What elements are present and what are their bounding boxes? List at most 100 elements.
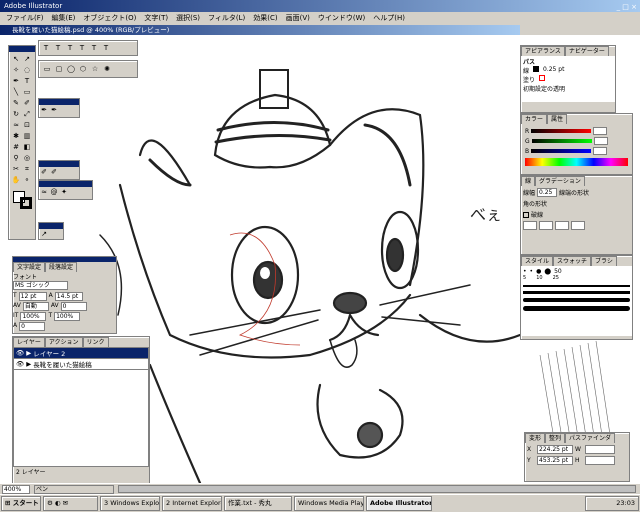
tab-links[interactable]: リンク — [82, 337, 109, 347]
brush-dot-icon[interactable]: • — [523, 268, 527, 275]
horizontal-scrollbar[interactable] — [118, 485, 636, 493]
baseline-field[interactable]: 0 — [19, 322, 46, 331]
dash-field[interactable] — [555, 221, 569, 230]
dash-checkbox[interactable] — [523, 211, 529, 218]
zoom-tool-icon[interactable]: ⚬ — [22, 175, 32, 185]
red-slider[interactable] — [531, 129, 592, 133]
tab-paragraph[interactable]: 段落設定 — [45, 262, 78, 272]
expand-triangle-icon[interactable]: ▶ — [26, 360, 31, 368]
kerning-field[interactable]: 0 — [60, 302, 87, 311]
blend-tool-icon[interactable]: ◎ — [22, 153, 32, 163]
tab-brushes[interactable]: ブラシ — [591, 256, 617, 266]
fill-stroke-swatches[interactable] — [11, 189, 33, 211]
polygon-icon[interactable]: ⬡ — [78, 64, 88, 74]
hand-tool-icon[interactable]: ✋ — [11, 175, 21, 185]
font-size-field[interactable]: 12 pt — [18, 292, 47, 301]
horizontal-scale-field[interactable]: 100% — [54, 312, 81, 321]
eyedropper-tool-icon[interactable]: ⚲ — [11, 153, 21, 163]
color-spectrum-bar[interactable] — [525, 158, 628, 166]
tab-align[interactable]: 整列 — [545, 433, 566, 443]
menu-select[interactable]: 選択(S) — [172, 13, 204, 23]
pencil-variant-icon[interactable]: ✐ — [39, 167, 49, 177]
magic-wand-tool-icon[interactable]: ✧ — [11, 65, 21, 75]
warp-tool-icon[interactable]: ≈ — [11, 120, 21, 130]
brush-dot-icon[interactable]: • — [530, 268, 534, 275]
vertical-scale-field[interactable]: 100% — [20, 312, 47, 321]
taskbar-item[interactable]: 3 Windows Explorer — [100, 496, 160, 511]
add-anchor-icon[interactable]: ✒ — [49, 105, 59, 115]
flare-icon[interactable]: ✺ — [102, 64, 112, 74]
gap-field[interactable] — [571, 221, 585, 230]
smooth-icon[interactable]: ✐ — [49, 167, 59, 177]
menu-edit[interactable]: 編集(E) — [48, 13, 80, 23]
lasso-tool-icon[interactable]: ◌ — [22, 65, 32, 75]
misc-variant-icon[interactable]: ↗ — [39, 229, 49, 239]
twirl-icon[interactable]: @ — [49, 187, 59, 197]
taskbar-item[interactable]: 作業.txt - 秀丸 — [224, 496, 292, 511]
menu-file[interactable]: ファイル(F) — [2, 13, 48, 23]
direct-selection-tool-icon[interactable]: ↗ — [22, 54, 32, 64]
rectangle-icon[interactable]: ▭ — [42, 64, 52, 74]
appearance-stroke-row[interactable]: 線 0.25 pt — [523, 66, 613, 75]
brush-row[interactable]: • • ● ⬤ 50 — [523, 268, 630, 275]
selection-tool-icon[interactable]: ↖ — [11, 54, 21, 64]
gap-field[interactable] — [539, 221, 553, 230]
tab-appearance[interactable]: アピアランス — [521, 46, 565, 56]
menu-filter[interactable]: フィルタ(L) — [204, 13, 249, 23]
layer-row[interactable]: 👁 ▶ 長靴を履いた猫絵稿 — [14, 359, 148, 370]
w-field[interactable] — [585, 445, 615, 454]
tab-transform[interactable]: 変形 — [525, 433, 546, 443]
tab-pathfinder[interactable]: パスファインダ — [565, 433, 616, 443]
brush-stroke[interactable] — [523, 291, 630, 294]
type-tool-icon[interactable]: T — [22, 76, 32, 86]
warp-variant-icon[interactable]: ≈ — [39, 187, 49, 197]
tab-attributes[interactable]: 属性 — [547, 114, 568, 124]
vertical-type-icon[interactable]: T — [77, 43, 87, 53]
layer-row[interactable]: 👁 ▶ レイヤー 2 — [14, 348, 148, 359]
weight-field[interactable]: 0.25 — [537, 188, 558, 197]
green-value[interactable] — [593, 137, 608, 145]
green-slider[interactable] — [531, 139, 592, 143]
tab-swatches[interactable]: スウォッチ — [553, 256, 592, 266]
h-field[interactable] — [585, 456, 615, 465]
taskbar-item[interactable]: 2 Internet Explorer — [162, 496, 222, 511]
dash-field[interactable] — [523, 221, 537, 230]
vertical-area-type-icon[interactable]: T — [89, 43, 99, 53]
ellipse-icon[interactable]: ◯ — [66, 64, 76, 74]
blue-value[interactable] — [593, 147, 608, 155]
tab-character[interactable]: 文字設定 — [13, 262, 46, 272]
type-icon[interactable]: T — [41, 43, 51, 53]
pen-tool-icon[interactable]: ✒ — [11, 76, 21, 86]
path-type-icon[interactable]: T — [65, 43, 75, 53]
eye-icon[interactable]: 👁 — [16, 360, 24, 368]
tab-layers[interactable]: レイヤー — [13, 337, 45, 347]
tab-navigator[interactable]: ナビゲーター — [564, 46, 609, 56]
line-tool-icon[interactable]: ╲ — [11, 87, 21, 97]
star-icon[interactable]: ☆ — [90, 64, 100, 74]
x-field[interactable]: 224.25 pt — [537, 445, 573, 454]
scale-tool-icon[interactable]: ⤢ — [22, 109, 32, 119]
pucker-icon[interactable]: ✦ — [59, 187, 69, 197]
vertical-path-type-icon[interactable]: T — [101, 43, 111, 53]
brush-dot-icon[interactable]: ⬤ — [544, 268, 551, 275]
brush-stroke[interactable] — [523, 306, 630, 311]
scissors-tool-icon[interactable]: ✂ — [11, 164, 21, 174]
menu-view[interactable]: 画面(V) — [282, 13, 314, 23]
tab-stroke[interactable]: 線 — [521, 176, 536, 186]
graph-tool-icon[interactable]: ▥ — [22, 131, 32, 141]
red-value[interactable] — [593, 127, 608, 135]
brush-stroke[interactable] — [523, 285, 630, 287]
brush-dot-icon[interactable]: ● — [536, 268, 541, 275]
zoom-level[interactable]: 400% — [2, 484, 30, 494]
tab-styles[interactable]: スタイル — [521, 256, 554, 266]
free-transform-tool-icon[interactable]: ⊡ — [22, 120, 32, 130]
tab-actions[interactable]: アクション — [44, 337, 83, 347]
taskbar-item[interactable]: Windows Media Player — [294, 496, 364, 511]
stroke-swatch[interactable] — [20, 197, 32, 209]
menu-effect[interactable]: 効果(C) — [249, 13, 281, 23]
mesh-tool-icon[interactable]: # — [11, 142, 21, 152]
y-field[interactable]: 453.25 pt — [537, 456, 573, 465]
eye-icon[interactable]: 👁 — [16, 349, 24, 357]
status-info[interactable]: ペン — [34, 484, 114, 494]
tracking-field[interactable]: 自動 — [22, 302, 49, 311]
